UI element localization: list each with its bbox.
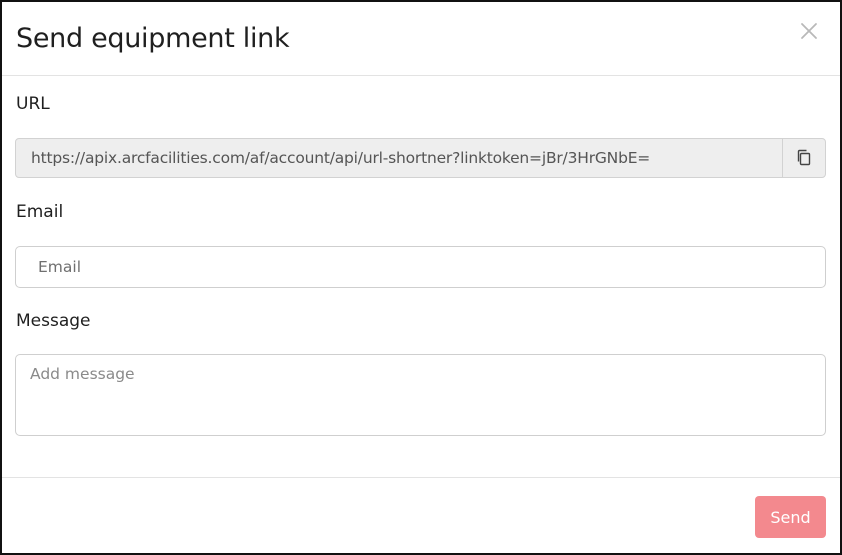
- copy-icon: [797, 149, 811, 166]
- url-label: URL: [16, 94, 50, 114]
- close-button[interactable]: [796, 18, 822, 44]
- url-field: https://apix.arcfacilities.com/af/accoun…: [15, 138, 826, 178]
- close-icon: [801, 23, 817, 39]
- url-value[interactable]: https://apix.arcfacilities.com/af/accoun…: [16, 149, 782, 167]
- email-label: Email: [16, 202, 64, 222]
- dialog-footer: Send: [2, 477, 840, 553]
- dialog-title: Send equipment link: [16, 23, 290, 54]
- email-field[interactable]: [15, 246, 826, 288]
- message-label: Message: [16, 311, 91, 331]
- copy-url-button[interactable]: [782, 139, 825, 177]
- send-button[interactable]: Send: [755, 496, 826, 538]
- message-textarea[interactable]: [15, 354, 826, 436]
- send-equipment-link-dialog: Send equipment link URL https://apix.arc…: [0, 0, 842, 555]
- dialog-header: Send equipment link: [2, 2, 840, 76]
